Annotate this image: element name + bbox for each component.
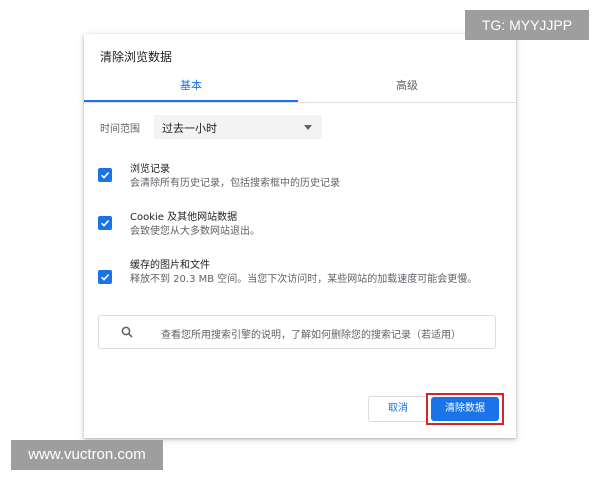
- clear-browsing-data-dialog: 清除浏览数据 基本 高级 时间范围 过去一小时 浏览记录 会清除所有历史记录，包…: [84, 34, 516, 438]
- cookies-checkbox[interactable]: [98, 216, 112, 230]
- tab-advanced[interactable]: 高级: [298, 74, 516, 102]
- cancel-button[interactable]: 取消: [368, 396, 428, 422]
- check-icon: [100, 274, 110, 281]
- option-title: 浏览记录: [130, 164, 170, 175]
- option-title: Cookie 及其他网站数据: [130, 212, 238, 223]
- option-description: 会清除所有历史记录，包括搜索框中的历史记录: [130, 178, 340, 189]
- check-icon: [100, 220, 110, 227]
- tabs-divider: [84, 102, 516, 103]
- tab-bar: 基本 高级: [84, 74, 516, 102]
- check-icon: [100, 172, 110, 179]
- option-title: 缓存的图片和文件: [130, 260, 210, 271]
- search-note-text: 查看您所用搜索引擎的说明，了解如何删除您的搜索记录（若适用）: [161, 330, 461, 341]
- dialog-title: 清除浏览数据: [100, 50, 173, 64]
- cached-files-checkbox[interactable]: [98, 270, 112, 284]
- option-description: 会致使您从大多数网站退出。: [130, 226, 260, 237]
- tab-basic[interactable]: 基本: [84, 74, 298, 102]
- clear-data-button[interactable]: 清除数据: [431, 397, 499, 421]
- time-range-label: 时间范围: [100, 124, 140, 135]
- dropdown-caret-icon: [304, 125, 312, 130]
- time-range-select[interactable]: 过去一小时: [154, 115, 322, 139]
- search-icon: [121, 326, 133, 338]
- time-range-value: 过去一小时: [162, 122, 217, 135]
- telegram-watermark: TG: MYYJJPP: [465, 10, 589, 40]
- option-description: 释放不到 20.3 MB 空间。当您下次访问时，某些网站的加载速度可能会更慢。: [130, 274, 478, 285]
- browsing-history-checkbox[interactable]: [98, 168, 112, 182]
- site-watermark: www.vuctron.com: [11, 440, 163, 470]
- search-history-note-link[interactable]: 查看您所用搜索引擎的说明，了解如何删除您的搜索记录（若适用）: [98, 315, 496, 349]
